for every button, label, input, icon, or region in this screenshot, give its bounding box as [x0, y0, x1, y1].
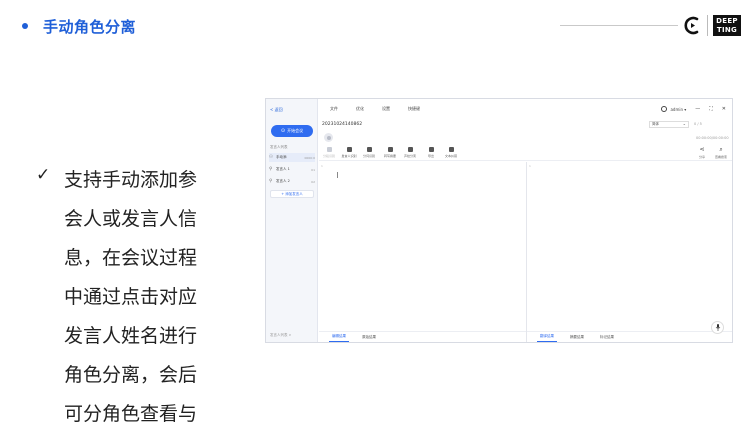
toolbar: 分段识别 发言人识别 分词识别 转写摘要 声纹分离 导出 文本纠错 ⋖ 分享 ⌕… [319, 145, 732, 161]
slide-title-text: 手动角色分离 [43, 17, 137, 36]
tool-label: 声纹分离 [403, 154, 416, 158]
speaker-item[interactable]: ⚇ 手动添 0000:0 [269, 153, 315, 162]
speaker-name: 手动添 [276, 155, 287, 159]
speaker-item[interactable]: ⚲ 发言人 1 01 [269, 165, 315, 174]
tool-label: 查看搜索 [715, 155, 728, 159]
start-meeting-button[interactable]: ⊙ 开始会议 [271, 125, 313, 137]
logo-separator [707, 15, 708, 36]
user-icon: ⚲ [269, 179, 273, 184]
meeting-id: 20231024140862 [322, 122, 363, 127]
segment-counter: 0 / 5 [694, 122, 702, 126]
user-name: admin ▾ [670, 106, 687, 112]
menu-file[interactable]: 文件 [330, 106, 338, 112]
tool-label: 分段识别 [322, 154, 335, 158]
menu-shortcuts[interactable]: 快捷键 [408, 106, 420, 112]
title-bullet-dot [22, 23, 28, 29]
slide-title: 手动角色分离 [22, 14, 136, 38]
tool-search[interactable]: ⌕ 查看搜索 [715, 146, 728, 160]
description-line: 可分角色查看与 [64, 403, 198, 425]
user-icon: ⚲ [269, 167, 273, 172]
line-number: 1 [321, 164, 323, 168]
search-icon: ⌕ [719, 146, 723, 153]
check-mark-icon: ✓ [36, 165, 51, 185]
feature-description: 支持手动添加参 会人或发言人信 息，在会议过程 中通过点击对应 发言人姓名进行 … [64, 161, 216, 425]
speaker-icon [346, 147, 352, 152]
add-speaker-button[interactable]: + 添加发言人 [270, 190, 314, 198]
tab-mark-result[interactable]: 标记结果 [597, 333, 617, 342]
tokenize-icon [366, 147, 372, 152]
tool-label: 文本纠错 [444, 154, 457, 158]
brand-c-logo-icon [684, 16, 699, 35]
tool-label: 分词识别 [362, 154, 375, 158]
microphone-button[interactable] [711, 321, 724, 334]
window-controls: admin ▾ — ⛶ ✕ [661, 99, 726, 119]
segment-icon [326, 147, 332, 152]
tool-label: 导出 [427, 154, 434, 158]
speaker-section-label: 发言人列表 [270, 145, 288, 149]
speaker-count: 01 [311, 167, 315, 172]
menu-optimize[interactable]: 优化 [356, 106, 364, 112]
tool-label: 转写摘要 [383, 154, 396, 158]
deepting-logo: DEEP TING [713, 15, 741, 36]
speaker-name: 发言人 2 [276, 179, 290, 183]
description-line: 角色分离，会后 [64, 364, 198, 386]
speaker-item[interactable]: ⚲ 发言人 2 02 [269, 177, 315, 186]
share-icon: ⋖ [699, 146, 705, 153]
tool-label: 发言人识别 [341, 154, 357, 158]
tool-label: 分享 [699, 155, 706, 159]
tab-translation-result[interactable]: 翻译结果 [537, 332, 557, 342]
user-menu[interactable]: admin ▾ [661, 106, 686, 112]
tool-voiceprint[interactable]: 声纹分离 [400, 147, 420, 158]
tool-tokenize[interactable]: 分词识别 [359, 147, 379, 158]
left-tabs: 编辑结果 原始结果 [319, 331, 526, 342]
description-line: 息，在会议过程 [64, 247, 198, 269]
close-icon[interactable]: ✕ [722, 106, 726, 112]
transcript-editor[interactable]: 1 [319, 162, 526, 328]
correct-icon [448, 147, 454, 152]
text-caret [337, 172, 338, 178]
start-meeting-label: 开始会议 [287, 128, 304, 133]
sidebar: < 返回 ⊙ 开始会议 发言人列表 ⚇ 手动添 0000:0 ⚲ 发言人 1 0… [266, 99, 318, 342]
tab-original-result[interactable]: 原始结果 [359, 333, 379, 342]
tool-summary[interactable]: 转写摘要 [380, 147, 400, 158]
description-line: 支持手动添加参 [64, 169, 198, 191]
translation-pane[interactable]: 1 [527, 162, 732, 328]
microphone-icon [715, 324, 720, 331]
logo-line-1: DEEP [716, 16, 738, 25]
user-list-icon: ⚇ [269, 155, 274, 160]
title-divider [560, 25, 678, 26]
back-link[interactable]: < 返回 [270, 107, 283, 113]
menu-settings[interactable]: 设置 [382, 106, 390, 112]
description-line: 发言人姓名进行 [64, 325, 198, 347]
waveform-icon [407, 147, 413, 152]
export-icon [428, 147, 434, 152]
tool-segment[interactable]: 分段识别 [319, 147, 339, 158]
summary-icon [387, 147, 393, 152]
tool-speaker[interactable]: 发言人识别 [339, 147, 359, 158]
line-number: 1 [529, 164, 531, 168]
minimize-icon[interactable]: — [695, 106, 700, 112]
description-line: 会人或发言人信 [64, 208, 198, 230]
logo-line-2: TING [716, 25, 738, 34]
speaker-name: 发言人 1 [276, 167, 290, 171]
tab-edit-result[interactable]: 编辑结果 [329, 332, 349, 342]
language-select[interactable]: 简体 [649, 121, 689, 128]
tool-export[interactable]: 导出 [421, 147, 441, 158]
right-tabs: 翻译结果 摘要结果 标记结果 [527, 331, 732, 342]
speaker-count: 0000:0 [304, 155, 315, 160]
tool-share[interactable]: ⋖ 分享 [699, 146, 706, 160]
tool-correct[interactable]: 文本纠错 [441, 147, 461, 158]
maximize-icon[interactable]: ⛶ [709, 106, 713, 112]
avatar-icon [661, 106, 668, 112]
timecode: 00:00:00/00:00:00 [696, 136, 729, 140]
play-circle-icon: ⊙ [280, 128, 286, 134]
tab-summary-result[interactable]: 摘要结果 [567, 333, 587, 342]
app-window: < 返回 ⊙ 开始会议 发言人列表 ⚇ 手动添 0000:0 ⚲ 发言人 1 0… [265, 98, 733, 343]
speaker-count: 02 [311, 179, 315, 184]
record-button[interactable] [324, 133, 333, 142]
sidebar-footer[interactable]: 发言人列表 ∨ [270, 333, 291, 338]
description-line: 中通过点击对应 [64, 286, 198, 308]
